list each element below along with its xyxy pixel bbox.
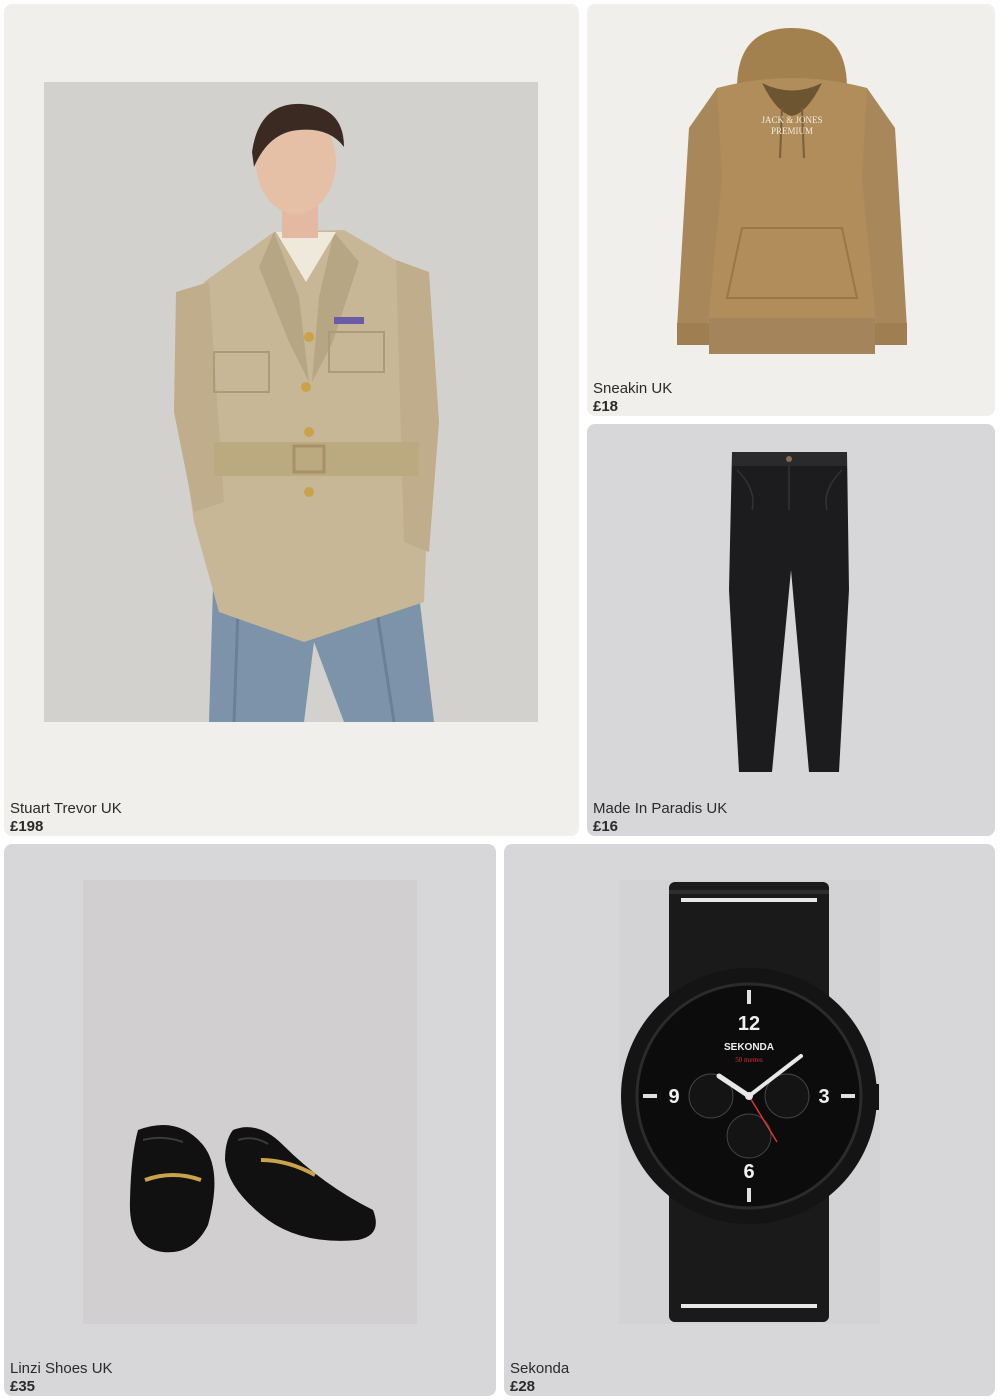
product-image-loafers xyxy=(83,880,417,1324)
product-image-jacket xyxy=(44,82,538,722)
product-brand: Made In Paradis UK xyxy=(593,800,728,817)
product-caption: Sekonda £28 xyxy=(510,1360,569,1396)
watch-numeral-9: 9 xyxy=(668,1086,679,1108)
product-image-hoodie: JACK & JONES PREMIUM xyxy=(677,28,907,358)
hoodie-print-line-1: JACK & JONES xyxy=(761,115,822,125)
product-brand: Sekonda xyxy=(510,1360,570,1377)
product-card-jacket[interactable]: Stuart Trevor UK £198 xyxy=(4,4,579,836)
watch-dial-depth: 50 metres xyxy=(735,1056,763,1064)
product-brand: Linzi Shoes UK xyxy=(10,1360,113,1377)
product-brand: Stuart Trevor UK xyxy=(10,800,122,817)
product-price: £18 xyxy=(593,398,619,415)
product-price: £35 xyxy=(10,1378,36,1395)
product-caption: Made In Paradis UK £16 xyxy=(593,800,727,836)
watch-dial-brand: SEKONDA xyxy=(724,1042,774,1053)
product-brand: Sneakin UK xyxy=(593,380,673,397)
product-card-chinos[interactable]: Made In Paradis UK £16 xyxy=(587,424,995,836)
watch-numeral-12: 12 xyxy=(738,1013,760,1035)
product-price: £198 xyxy=(10,818,44,835)
watch-numeral-6: 6 xyxy=(743,1161,754,1183)
product-price: £16 xyxy=(593,818,619,835)
hoodie-print-line-2: PREMIUM xyxy=(771,126,813,136)
product-card-watch[interactable]: 12 3 6 9 SEKONDA 50 metres Sekonda £28 xyxy=(504,844,995,1396)
product-caption: Sneakin UK £18 xyxy=(593,380,672,416)
product-card-hoodie[interactable]: JACK & JONES PREMIUM Sneakin UK £18 xyxy=(587,4,995,416)
product-caption: Linzi Shoes UK £35 xyxy=(10,1360,113,1396)
product-image-watch: 12 3 6 9 SEKONDA 50 metres xyxy=(619,880,880,1324)
product-card-loafers[interactable]: Linzi Shoes UK £35 xyxy=(4,844,496,1396)
product-price: £28 xyxy=(510,1378,536,1395)
product-caption: Stuart Trevor UK £198 xyxy=(10,800,122,836)
product-image-chinos xyxy=(727,450,852,775)
watch-numeral-3: 3 xyxy=(818,1086,829,1108)
